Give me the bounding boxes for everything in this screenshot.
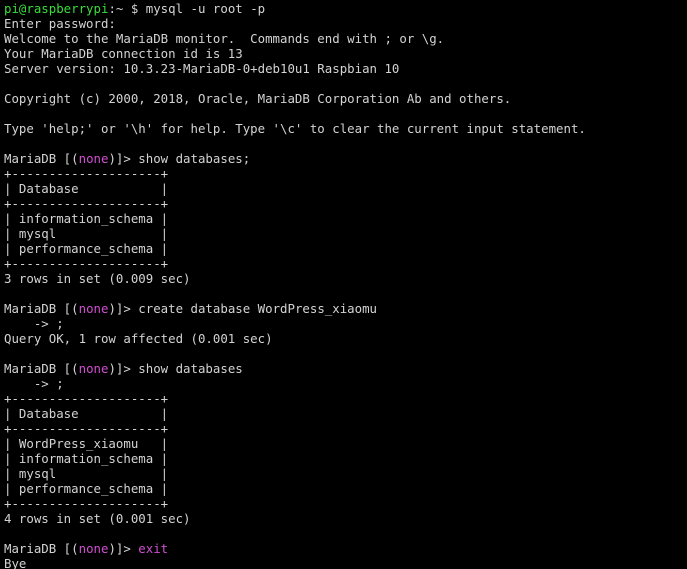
mysql-prompt-prefix: MariaDB [( — [4, 151, 79, 166]
result-line: 4 rows in set (0.001 sec) — [4, 511, 191, 526]
table-row: | information_schema | — [4, 451, 169, 466]
table-row: | performance_schema | — [4, 481, 169, 496]
mysql-prompt-suffix: )]> — [108, 301, 139, 316]
table-border: +--------------------+ — [4, 256, 169, 271]
mysql-prompt-line: MariaDB [(none)]> show databases — [4, 361, 687, 376]
prompt-path: :~ — [108, 1, 124, 16]
mysql-command: show databases; — [138, 151, 251, 166]
table-header: | Database | — [4, 181, 169, 196]
output-line: Enter password: — [4, 16, 116, 31]
output-line: Bye — [4, 556, 27, 569]
mysql-prompt-suffix: )]> — [108, 361, 139, 376]
mysql-command-exit: exit — [138, 541, 169, 556]
output-line: Your MariaDB connection id is 13 — [4, 46, 243, 61]
mysql-prompt-prefix: MariaDB [( — [4, 301, 79, 316]
mysql-prompt-line: MariaDB [(none)]> create database WordPr… — [4, 301, 687, 316]
shell-prompt-line: pi@raspberrypi:~ $ mysql -u root -p — [4, 1, 687, 16]
table-row: | performance_schema | — [4, 241, 169, 256]
shell-command: mysql — [145, 1, 184, 16]
result-line: 3 rows in set (0.009 sec) — [4, 271, 191, 286]
output-line: Welcome to the MariaDB monitor. Commands… — [4, 31, 445, 46]
table-header: | Database | — [4, 406, 169, 421]
mysql-prompt-db: none — [78, 541, 109, 556]
result-line: Query OK, 1 row affected (0.001 sec) — [4, 331, 273, 346]
output-line: Type 'help;' or '\h' for help. Type '\c'… — [4, 121, 586, 136]
mysql-prompt-line: MariaDB [(none)]> show databases; — [4, 151, 687, 166]
mysql-command: show databases — [138, 361, 243, 376]
mysql-prompt-prefix: MariaDB [( — [4, 361, 79, 376]
prompt-symbol: $ — [123, 1, 146, 16]
mysql-prompt-suffix: )]> — [108, 541, 139, 556]
table-row: | mysql | — [4, 226, 169, 241]
mysql-prompt-db: none — [78, 151, 109, 166]
shell-command-args: -u root -p — [183, 1, 266, 16]
mysql-prompt-line: MariaDB [(none)]> exit — [4, 541, 687, 556]
output-line: Copyright (c) 2000, 2018, Oracle, MariaD… — [4, 91, 512, 106]
table-row: | information_schema | — [4, 211, 169, 226]
output-line: Server version: 10.3.23-MariaDB-0+deb10u… — [4, 61, 400, 76]
table-border: +--------------------+ — [4, 391, 169, 406]
table-row: | WordPress_xiaomu | — [4, 436, 169, 451]
mysql-prompt-prefix: MariaDB [( — [4, 541, 79, 556]
table-border: +--------------------+ — [4, 166, 169, 181]
mysql-prompt-db: none — [78, 361, 109, 376]
continuation-line: -> ; — [4, 376, 64, 391]
table-row: | mysql | — [4, 466, 169, 481]
mysql-prompt-db: none — [78, 301, 109, 316]
mysql-command: create database WordPress_xiaomu — [138, 301, 378, 316]
mysql-prompt-suffix: )]> — [108, 151, 139, 166]
terminal-window[interactable]: pi@raspberrypi:~ $ mysql -u root -p Ente… — [0, 0, 687, 569]
table-border: +--------------------+ — [4, 496, 169, 511]
table-border: +--------------------+ — [4, 421, 169, 436]
prompt-user-host: pi@raspberrypi — [4, 1, 109, 16]
continuation-line: -> ; — [4, 316, 64, 331]
table-border: +--------------------+ — [4, 196, 169, 211]
